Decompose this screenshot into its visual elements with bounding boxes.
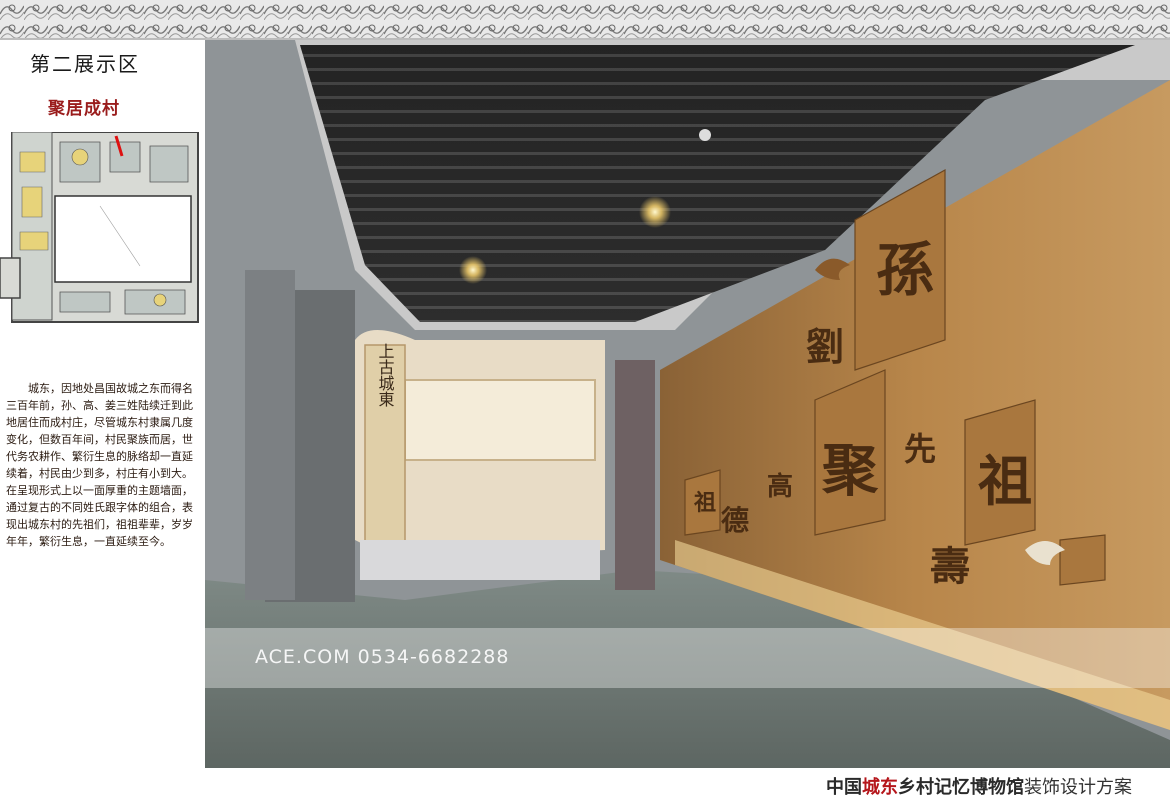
wall-char-1: 孫 (876, 236, 934, 304)
watermark-text: ACE.COM 0534-6682288 (255, 646, 510, 668)
wall-char-8: 祖 (694, 490, 716, 516)
zone-title: 第二展示区 (30, 52, 140, 76)
scroll-text: 上古城東 (376, 343, 395, 407)
info-panel: 第二展示区 聚居成村 城东，因地处昌国故城之东而得名三百年前，孙、高、姜三姓陆续… (0, 40, 205, 768)
wall-char-5: 祖 (978, 449, 1032, 513)
footer-bar: 中国城东乡村记忆博物馆装饰设计方案 (0, 768, 1170, 800)
project-title-highlight: 城东 (862, 777, 898, 798)
wall-char-6: 德 (721, 504, 749, 537)
wall-char-9: 壽 (930, 543, 970, 590)
description-paragraph-2: 在呈现形式上以一面厚重的主题墙面，通过复古的不同姓氏跟字体的组合，表现出城东村的… (6, 484, 193, 548)
project-title-suffix: 装饰设计方案 (1024, 777, 1132, 798)
project-title: 中国城东乡村记忆博物馆装饰设计方案 (826, 773, 1132, 799)
floor-plan-map (0, 131, 200, 332)
description-paragraph-1: 城东，因地处昌国故城之东而得名三百年前，孙、高、姜三姓陆续迁到此地居住而成村庄，… (6, 382, 193, 480)
project-title-name: 乡村记忆博物馆 (898, 777, 1024, 798)
wall-char-3: 聚 (821, 438, 879, 504)
project-title-prefix: 中国 (826, 777, 862, 798)
wall-char-4: 先 (904, 430, 936, 468)
decorative-wave-band (0, 0, 1170, 40)
wall-char-2: 劉 (806, 324, 844, 369)
wall-char-7: 高 (767, 471, 793, 502)
zone-subtitle: 聚居成村 (48, 99, 120, 119)
zone-description: 城东，因地处昌国故城之东而得名三百年前，孙、高、姜三姓陆续迁到此地居住而成村庄，… (6, 380, 202, 550)
wave-pattern (0, 0, 1170, 40)
